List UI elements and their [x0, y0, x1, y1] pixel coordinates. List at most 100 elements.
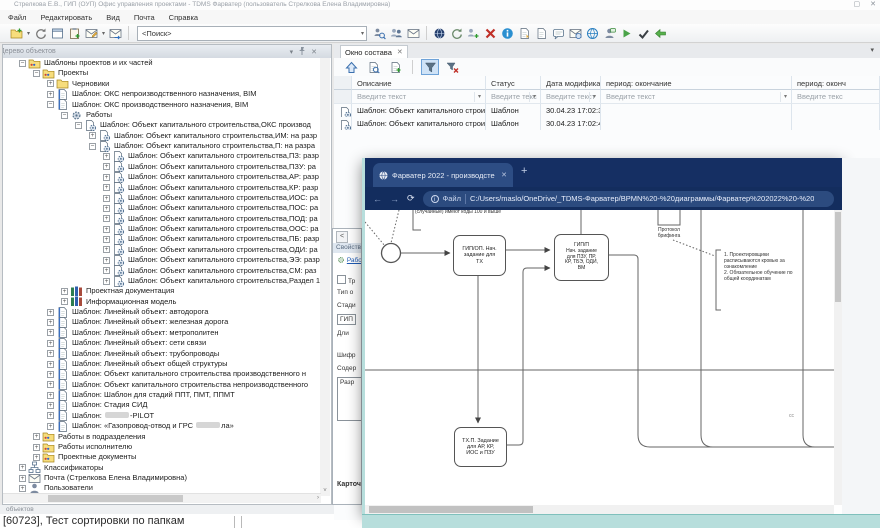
props-textarea-dev[interactable]: Разр: [337, 377, 362, 421]
toolbar-contact-search-button[interactable]: [371, 25, 388, 41]
expand-icon[interactable]: +: [61, 288, 68, 295]
expand-icon[interactable]: +: [47, 319, 54, 326]
tree-item[interactable]: +Почта (Стрелкова Елена Владимировна): [3, 473, 321, 483]
tree-item[interactable]: −Шаблон: Объект капитального строительст…: [3, 120, 321, 130]
comp-up-nav-button[interactable]: [342, 59, 360, 75]
tree-item[interactable]: +Шаблон: Объект капитального строительст…: [3, 183, 321, 193]
dropdown-icon[interactable]: ▾: [589, 92, 599, 102]
tree-item[interactable]: +Проектные документы: [3, 452, 321, 462]
panel-menu-icon[interactable]: ▾: [290, 48, 294, 56]
toolbar-comment-button[interactable]: [550, 25, 567, 41]
filter-cell[interactable]: Введите текст▾: [601, 90, 792, 104]
browser-vertical-scrollbar[interactable]: [834, 210, 842, 505]
forward-icon[interactable]: →: [390, 194, 399, 204]
expand-icon[interactable]: +: [103, 205, 110, 212]
tab-close-icon[interactable]: ✕: [501, 171, 507, 179]
pane-splitter[interactable]: [234, 516, 242, 528]
url-field[interactable]: i Файл C:/Users/maslo/OneDrive/_TDMS-Фар…: [423, 191, 834, 207]
expand-icon[interactable]: +: [33, 433, 40, 440]
close-button[interactable]: ✕: [870, 0, 876, 10]
tree-item[interactable]: +Шаблон: Объект капитального строительст…: [3, 245, 321, 255]
table-row[interactable]: Шаблон: Объект капитального строительс..…: [334, 104, 880, 117]
props-input-gip[interactable]: ГИП: [337, 314, 356, 325]
tab-close-icon[interactable]: ✕: [397, 47, 403, 59]
expand-icon[interactable]: +: [33, 454, 40, 461]
toolbar-refresh-button[interactable]: [32, 25, 49, 41]
toolbar-contacts-button[interactable]: [388, 25, 405, 41]
expand-icon[interactable]: +: [47, 423, 54, 430]
tree-item[interactable]: +Шаблон: Объект капитального строительст…: [3, 172, 321, 182]
tree-item[interactable]: +Шаблон: Стадия СИД: [3, 400, 321, 410]
comp-funnel-button[interactable]: [421, 59, 439, 75]
maximize-button[interactable]: ▢: [854, 0, 861, 10]
tree-item[interactable]: +Шаблон: Линейный объект: сети связи: [3, 338, 321, 348]
page-info-icon[interactable]: i: [431, 195, 439, 203]
toolbar-back-arrow-button[interactable]: [652, 25, 669, 41]
menu-item-2[interactable]: Вид: [106, 13, 120, 22]
toolbar-document-button[interactable]: [533, 25, 550, 41]
tree-item[interactable]: +Шаблон: Объект капитального строительст…: [3, 234, 321, 244]
expand-icon[interactable]: +: [103, 278, 110, 285]
expand-icon[interactable]: +: [47, 91, 54, 98]
filter-cell[interactable]: Введите текс▾: [486, 90, 541, 104]
tree-item[interactable]: +Шаблон: -PILOT: [3, 411, 321, 421]
browser-tab[interactable]: Фарватер 2022 - производсте С ✕: [373, 163, 513, 187]
browser-horizontal-scrollbar[interactable]: [365, 505, 834, 514]
expand-icon[interactable]: +: [103, 226, 110, 233]
collapse-icon[interactable]: −: [61, 112, 68, 119]
tree-item[interactable]: +Шаблон: Линейный объект: автодорога: [3, 307, 321, 317]
tree-item[interactable]: +Шаблон: Объект капитального строительст…: [3, 380, 321, 390]
menu-item-3[interactable]: Почта: [134, 13, 155, 22]
task-box-2[interactable]: ГИП/ПНач. заданиедля ПЗУ, ПР,КР, ТБЭ, ОД…: [554, 234, 609, 281]
toolbar-new-folder-button[interactable]: [8, 25, 25, 41]
back-icon[interactable]: ←: [373, 194, 382, 204]
expand-icon[interactable]: +: [89, 132, 96, 139]
tree-item[interactable]: +Шаблон: Шаблон для стадий ППТ, ПМТ, ППМ…: [3, 390, 321, 400]
reload-icon[interactable]: ⟳: [407, 193, 415, 204]
expand-icon[interactable]: +: [103, 236, 110, 243]
toolbar-info-button[interactable]: [499, 25, 516, 41]
menu-item-1[interactable]: Редактировать: [40, 13, 92, 22]
toolbar-mail-button[interactable]: [405, 25, 422, 41]
close-panel-icon[interactable]: ✕: [311, 48, 317, 56]
expand-icon[interactable]: +: [47, 309, 54, 316]
tree-item[interactable]: −Работы: [3, 110, 321, 120]
expand-icon[interactable]: +: [47, 412, 54, 419]
expand-icon[interactable]: +: [19, 475, 26, 482]
expand-icon[interactable]: +: [19, 464, 26, 471]
tree-item[interactable]: +Информационная модель: [3, 297, 321, 307]
tree-item[interactable]: −Шаблон: ОКС производственного назначени…: [3, 100, 321, 110]
expand-icon[interactable]: +: [47, 392, 54, 399]
dropdown-icon[interactable]: ▾: [359, 30, 366, 37]
toolbar-clipboard-add-button[interactable]: [66, 25, 83, 41]
tree-item[interactable]: +Черновики: [3, 79, 321, 89]
new-tab-button[interactable]: +: [521, 166, 527, 177]
toolbar-run-button[interactable]: [618, 25, 635, 41]
tree-item[interactable]: +Шаблон: Объект капитального строительст…: [3, 255, 321, 265]
tree-vertical-scrollbar[interactable]: ˅: [320, 58, 330, 496]
dropdown-icon[interactable]: ▾: [100, 30, 107, 37]
tree-item[interactable]: +Шаблон: Объект капитального строительст…: [3, 193, 321, 203]
comp-preview-button[interactable]: [364, 59, 382, 75]
tree-item[interactable]: +Шаблон: ОКС непроизводственного назначе…: [3, 89, 321, 99]
expand-icon[interactable]: +: [19, 485, 26, 492]
tree-item[interactable]: +Шаблон: Линейный объект: железная дорог…: [3, 317, 321, 327]
toolbar-window-view-button[interactable]: [49, 25, 66, 41]
filter-cell[interactable]: Введите текс: [792, 90, 880, 104]
toolbar-contacts-add-button[interactable]: [465, 25, 482, 41]
toolbar-globe-dark-button[interactable]: [431, 25, 448, 41]
tree-item[interactable]: +Шаблон: Объект капитального строительст…: [3, 214, 321, 224]
collapse-icon[interactable]: −: [33, 70, 40, 77]
expand-icon[interactable]: +: [103, 153, 110, 160]
expand-icon[interactable]: +: [103, 174, 110, 181]
expand-icon[interactable]: +: [103, 163, 110, 170]
tree-item[interactable]: +Шаблон: Линейный объект: метрополитен: [3, 328, 321, 338]
dropdown-icon[interactable]: ▾: [780, 92, 790, 102]
tree-item[interactable]: +Проектная документация: [3, 286, 321, 296]
dropdown-icon[interactable]: ▾: [25, 30, 32, 37]
expand-icon[interactable]: +: [47, 329, 54, 336]
expand-icon[interactable]: +: [103, 195, 110, 202]
toolbar-delete-x-button[interactable]: [482, 25, 499, 41]
expand-icon[interactable]: +: [47, 340, 54, 347]
tree-item[interactable]: +Шаблон: Объект капитального строительст…: [3, 151, 321, 161]
